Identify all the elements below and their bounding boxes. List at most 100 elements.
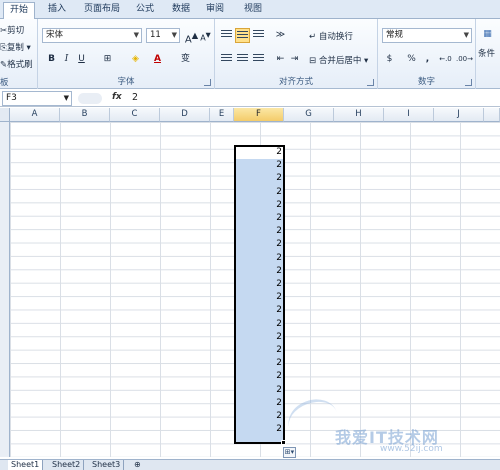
tab-view[interactable]: 视图 (238, 2, 268, 19)
column-header[interactable]: D (160, 108, 210, 122)
sheet-tab-sheet1[interactable]: Sheet1 (8, 460, 44, 470)
insert-function-button[interactable]: fx (112, 92, 122, 102)
cell-f-value[interactable]: 2 (234, 199, 282, 212)
bold-button[interactable]: B (44, 52, 59, 67)
cell-f-value[interactable]: 2 (234, 304, 282, 317)
underline-button[interactable]: U (74, 52, 89, 67)
insert-sheet-icon[interactable]: ⊕ (131, 460, 144, 470)
indent-increase-icon[interactable]: ⇥ (287, 52, 302, 67)
cell-f-value[interactable]: 2 (234, 252, 282, 265)
fill-handle[interactable] (281, 440, 286, 445)
font-color-button[interactable]: A (150, 52, 165, 67)
cell-f-value[interactable]: 2 (234, 225, 282, 238)
conditional-format-label[interactable]: 条件 (478, 47, 495, 59)
formula-splitter[interactable] (78, 93, 102, 104)
align-left-icon[interactable] (219, 52, 234, 67)
cell-f-value[interactable]: 2 (234, 423, 282, 436)
phonetic-button[interactable]: 变 (178, 52, 193, 67)
shrink-font-button[interactable]: A▼ (198, 28, 213, 43)
cell-f-value[interactable]: 2 (234, 397, 282, 410)
column-header[interactable] (484, 108, 500, 122)
tab-formulas[interactable]: 公式 (130, 2, 160, 19)
font-group-label: 字体 (117, 77, 135, 87)
align-middle-icon[interactable] (235, 28, 250, 43)
column-header[interactable]: C (110, 108, 160, 122)
cell-f-value[interactable]: 2 (234, 146, 282, 159)
increase-decimal-icon[interactable]: ←.0 (438, 52, 453, 67)
cell-f-value[interactable]: 2 (234, 238, 282, 251)
chevron-down-icon[interactable]: ▼ (64, 92, 69, 105)
chevron-down-icon[interactable]: ▼ (464, 29, 469, 42)
sheet-tab-sheet2[interactable]: Sheet2 (49, 460, 85, 470)
name-box[interactable]: F3 ▼ (2, 91, 72, 106)
cell-f-value[interactable]: 2 (234, 265, 282, 278)
copy-button[interactable]: ⎘复制 ▾ (0, 41, 31, 53)
orientation-icon[interactable]: ≫ (273, 28, 288, 43)
column-header[interactable]: J (434, 108, 484, 122)
font-name-combo[interactable]: 宋体 ▼ (42, 28, 142, 43)
tab-data[interactable]: 数据 (166, 2, 196, 19)
chevron-down-icon[interactable]: ▼ (134, 29, 139, 42)
percent-button[interactable]: % (404, 52, 419, 67)
tab-home[interactable]: 开始 (3, 2, 36, 19)
currency-icon[interactable]: $ (382, 52, 397, 67)
chevron-down-icon[interactable]: ▼ (172, 29, 177, 42)
cell-f-value[interactable]: 2 (234, 331, 282, 344)
dialog-launcher-icon[interactable] (465, 79, 472, 86)
sheet-tab-sheet3[interactable]: Sheet3 (89, 460, 125, 470)
font-group: 宋体 ▼ 11 ▼ A▲ A▼ B I U ⊞ ◈ A 变 字体 (38, 19, 215, 89)
cell-f-value[interactable]: 2 (234, 370, 282, 383)
dialog-launcher-icon[interactable] (204, 79, 211, 86)
font-size-combo[interactable]: 11 ▼ (146, 28, 180, 43)
cell-f-value[interactable]: 2 (234, 278, 282, 291)
alignment-group: ≫ ⇤ ⇥ ↵ 自动换行 ⊟ 合并后居中 ▾ 对齐方式 (215, 19, 378, 89)
column-header[interactable]: G (284, 108, 334, 122)
grow-font-button[interactable]: A▲ (184, 28, 199, 45)
cell-f-value[interactable]: 2 (234, 172, 282, 185)
align-right-icon[interactable] (251, 52, 266, 67)
tab-insert[interactable]: 插入 (42, 2, 72, 19)
cell-f-value[interactable]: 2 (234, 291, 282, 304)
comma-button[interactable]: , (420, 52, 435, 67)
tab-review[interactable]: 审阅 (200, 2, 230, 19)
merge-center-button[interactable]: ⊟ 合并后居中 ▾ (309, 54, 368, 66)
cell-f-value[interactable]: 2 (234, 410, 282, 423)
number-format-combo[interactable]: 常规 ▼ (382, 28, 472, 43)
cell-f-value[interactable]: 2 (234, 357, 282, 370)
column-header[interactable]: H (334, 108, 384, 122)
decrease-decimal-icon[interactable]: .00→ (456, 52, 473, 67)
clipboard-label: 板 (0, 78, 9, 88)
cell-f-value[interactable]: 2 (234, 318, 282, 331)
formula-bar: F3 ▼ fx 2 (0, 90, 500, 107)
autofill-options-icon[interactable]: ⊞▾ (283, 447, 296, 458)
select-all-corner[interactable] (0, 108, 10, 122)
align-bottom-icon[interactable] (251, 28, 266, 43)
row-header-strip[interactable] (0, 122, 10, 457)
column-header-selected[interactable]: F (234, 108, 284, 122)
cell-f-value[interactable]: 2 (234, 159, 282, 172)
cell-f-value[interactable]: 2 (234, 384, 282, 397)
cut-button[interactable]: ✂剪切 (0, 24, 24, 36)
fill-color-icon[interactable]: ◈ (128, 52, 143, 67)
italic-button[interactable]: I (59, 52, 74, 67)
alignment-group-label: 对齐方式 (278, 77, 313, 87)
column-header[interactable]: I (384, 108, 434, 122)
align-center-icon[interactable] (235, 52, 250, 67)
wrap-text-button[interactable]: ↵ 自动换行 (309, 30, 353, 42)
dialog-launcher-icon[interactable] (367, 79, 374, 86)
format-painter-button[interactable]: ✎格式刷 (0, 58, 33, 70)
cell-f-value[interactable]: 2 (234, 212, 282, 225)
border-icon[interactable]: ⊞ (100, 52, 115, 67)
tab-page-layout[interactable]: 页面布局 (78, 2, 126, 19)
wrap-icon: ↵ (309, 32, 317, 42)
indent-decrease-icon[interactable]: ⇤ (273, 52, 288, 67)
cell-f-value[interactable]: 2 (234, 186, 282, 199)
cell-f-value[interactable]: 2 (234, 344, 282, 357)
clipboard-group: ✂剪切 ⎘复制 ▾ ✎格式刷 板 (0, 19, 38, 89)
conditional-format-icon[interactable]: ▦ (480, 27, 495, 42)
column-header[interactable]: E (210, 108, 234, 122)
column-header[interactable]: A (10, 108, 60, 122)
align-top-icon[interactable] (219, 28, 234, 43)
formula-input[interactable]: 2 (132, 92, 138, 103)
column-header[interactable]: B (60, 108, 110, 122)
